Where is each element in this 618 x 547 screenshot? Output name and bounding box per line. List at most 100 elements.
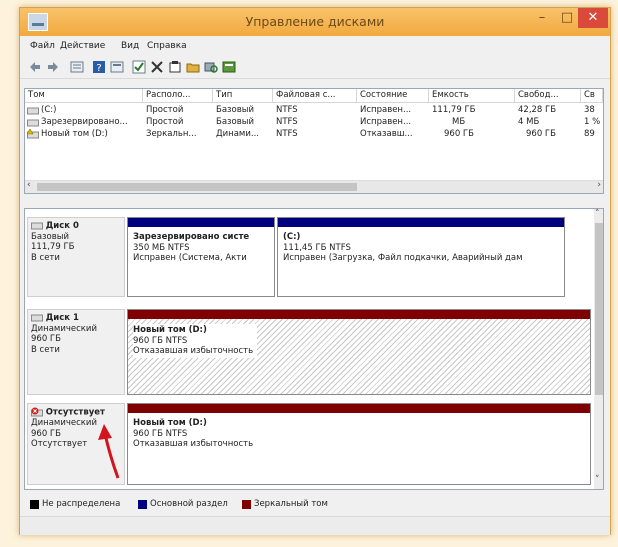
cell-free: 960 ГБ (526, 129, 556, 139)
disk-1-name: Диск 1 (45, 313, 79, 323)
disk-1-status: В сети (31, 344, 60, 355)
help-icon[interactable]: ? (92, 60, 106, 74)
menu-view[interactable]: Вид (121, 41, 139, 51)
column-header-type[interactable]: Тип (213, 89, 273, 103)
list-view-icon[interactable] (70, 60, 84, 74)
column-header-filesystem[interactable]: Файловая с... (273, 89, 357, 103)
partition-reserved[interactable]: Зарезервировано систе 350 МБ NTFS Исправ… (127, 217, 275, 297)
cell-free-percent: 38 (584, 105, 595, 115)
folder-open-icon[interactable] (186, 60, 200, 74)
scroll-up-icon[interactable]: ˄ (595, 209, 600, 219)
partition-type-bar (278, 218, 564, 227)
disk-0-type: Базовый (31, 231, 70, 242)
cell-filesystem: NTFS (276, 117, 298, 127)
cell-layout: Зеркальн... (146, 129, 197, 139)
column-header-capacity[interactable]: Емкость (429, 89, 515, 103)
cell-type: Базовый (216, 117, 255, 127)
console-icon[interactable] (110, 60, 124, 74)
volume-drive-icon (27, 107, 39, 115)
disk-icon (31, 314, 43, 321)
column-header-volume[interactable]: Том (25, 89, 143, 103)
cell-free: 42,28 ГБ (518, 105, 557, 115)
horizontal-scroll-thumb[interactable] (37, 183, 357, 191)
column-header-layout[interactable]: Располо... (143, 89, 213, 103)
search-disk-icon[interactable] (204, 60, 218, 74)
volume-drive-icon (27, 119, 39, 127)
partition-title: (C:) (283, 232, 301, 242)
column-header-free[interactable]: Свобод... (515, 89, 581, 103)
cell-type: Динами... (216, 129, 259, 139)
partition-info: Новый том (D:) 960 ГБ NTFS Отказавшая из… (133, 324, 258, 358)
partition-type-bar (128, 310, 590, 319)
partition-d-missing[interactable]: Новый том (D:) 960 ГБ NTFS Отказавшая из… (127, 403, 591, 485)
partition-state: Исправен (Загрузка, Файл подкачки, Авари… (283, 253, 523, 263)
column-header-free-percent[interactable]: Св (581, 89, 603, 103)
cell-status: Отказавш... (360, 129, 413, 139)
scroll-left-icon[interactable]: ‹ (27, 180, 31, 190)
missing-disk-size: 960 ГБ (31, 428, 61, 439)
cell-free-percent: 89 (584, 129, 595, 139)
cell-free-percent: 1 % (584, 117, 601, 127)
close-button[interactable]: ✕ (578, 8, 608, 28)
missing-disk-name: Отсутствует (45, 407, 105, 418)
cell-volume: Новый том (D:) (41, 129, 108, 139)
menu-action[interactable]: Действие (60, 41, 105, 51)
cell-layout: Простой (146, 105, 184, 115)
vertical-scroll-thumb[interactable] (595, 223, 603, 395)
volume-view-icon[interactable] (222, 60, 236, 74)
maximize-button[interactable]: □ (556, 8, 578, 28)
cell-volume: Зарезервировано... (41, 117, 128, 127)
disk-0-status: В сети (31, 252, 60, 263)
menu-file[interactable]: Файл (30, 41, 55, 51)
back-icon[interactable] (28, 60, 42, 74)
cell-capacity: 111,79 ГБ (432, 105, 476, 115)
partition-title: Новый том (D:) (133, 325, 207, 335)
cell-status: Исправен... (360, 105, 412, 115)
properties-icon[interactable] (168, 60, 182, 74)
partition-type-bar (128, 218, 274, 227)
cell-capacity: 960 ГБ (444, 129, 474, 139)
missing-disk-type: Динамический (31, 418, 97, 428)
partition-state: Отказавшая избыточность (133, 439, 254, 449)
partition-d-mirror[interactable]: Новый том (D:) 960 ГБ NTFS Отказавшая из… (127, 309, 591, 395)
window-title: Управление дисками (245, 14, 385, 29)
partition-size: 350 МБ NTFS (133, 242, 190, 253)
menu-help[interactable]: Справка (147, 41, 187, 51)
partition-info: Зарезервировано систе 350 МБ NTFS Исправ… (133, 232, 271, 264)
volume-list: Том Располо... Тип Файловая с... Состоян… (24, 88, 604, 194)
scroll-down-icon[interactable]: ˅ (595, 475, 600, 485)
minimize-button[interactable]: – (531, 8, 553, 28)
legend-mirror-swatch (242, 500, 251, 509)
disk-icon (31, 222, 43, 229)
partition-size: 111,45 ГБ NTFS (283, 242, 351, 253)
missing-disk-error-icon (31, 407, 43, 417)
horizontal-scrollbar[interactable]: ‹ › (25, 180, 603, 193)
red-annotation-arrow-icon (98, 424, 120, 479)
check-icon[interactable] (132, 60, 146, 74)
status-bar (20, 516, 610, 535)
forward-icon[interactable] (46, 60, 60, 74)
disk-0-size: 111,79 ГБ (31, 242, 75, 252)
partition-c[interactable]: (C:) 111,45 ГБ NTFS Исправен (Загрузка, … (277, 217, 565, 297)
menu-bar: Файл Действие Вид Справка (20, 38, 610, 56)
cell-volume: (C:) (41, 105, 57, 115)
toolbar: ? (20, 58, 610, 79)
title-bar[interactable]: Управление дисками – □ ✕ (20, 8, 610, 36)
cell-layout: Простой (146, 117, 184, 127)
legend-unallocated-swatch (30, 500, 39, 509)
cell-type: Базовый (216, 105, 255, 115)
delete-icon[interactable] (150, 60, 164, 74)
vertical-scrollbar[interactable]: ˄ ˅ (594, 209, 603, 489)
column-header-status[interactable]: Состояние (357, 89, 429, 103)
missing-disk-status: Отсутствует (31, 439, 88, 449)
disk-1-type: Динамический (31, 323, 97, 334)
warning-drive-icon (27, 129, 39, 139)
cell-status: Исправен... (360, 117, 412, 127)
legend: Не распределена Основной раздел Зеркальн… (24, 496, 604, 514)
disk-1-label[interactable]: Диск 1 Динамический 960 ГБ В сети (27, 309, 125, 395)
partition-size: 960 ГБ NTFS (133, 335, 188, 346)
partition-type-bar (128, 404, 590, 413)
disk-0-label[interactable]: Диск 0 Базовый 111,79 ГБ В сети (27, 217, 125, 297)
cell-filesystem: NTFS (276, 105, 298, 115)
scroll-right-icon[interactable]: › (597, 180, 601, 190)
